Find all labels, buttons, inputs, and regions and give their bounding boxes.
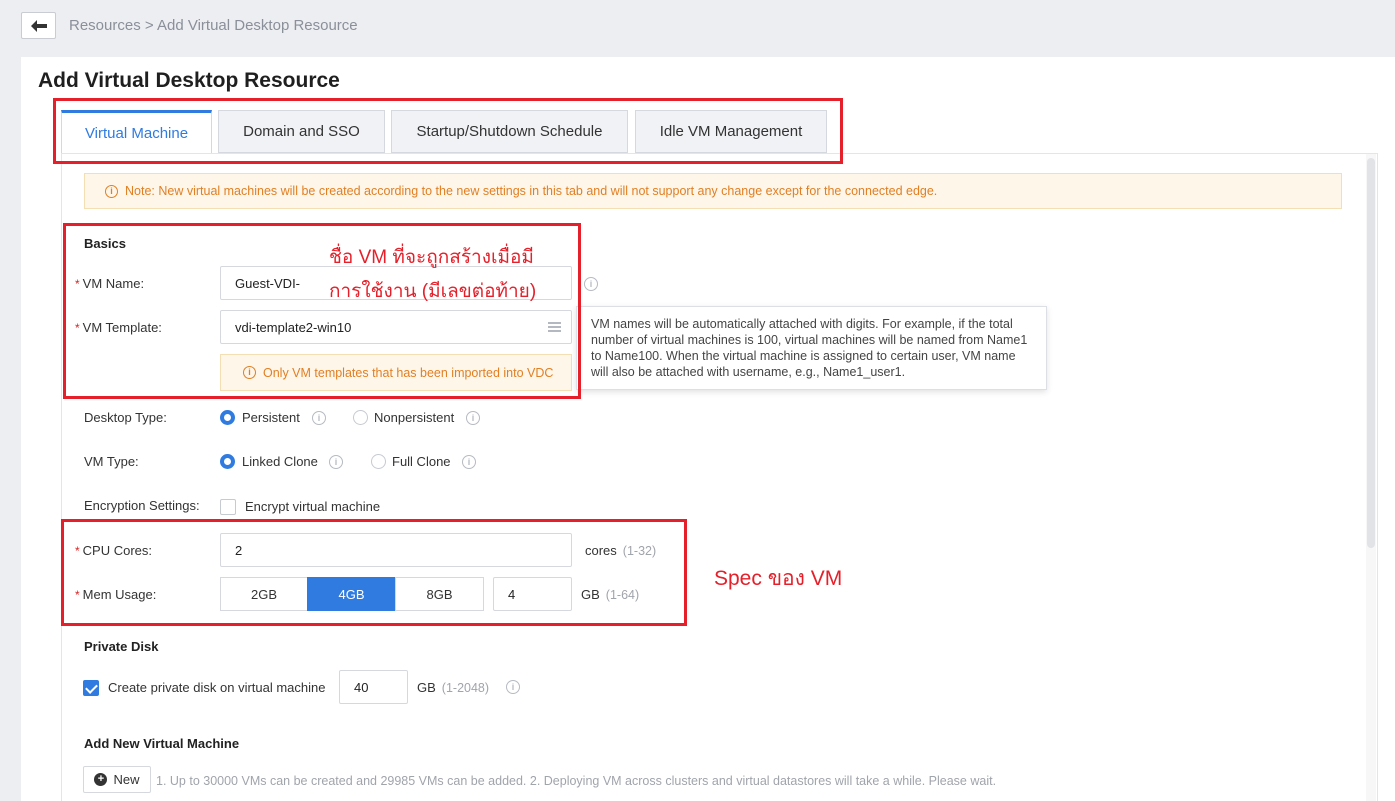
private-disk-unit: GB (1-2048) [417, 680, 490, 695]
annotation-box-tabs [53, 98, 843, 164]
breadcrumb-root[interactable]: Resources [69, 17, 141, 34]
add-vm-heading: Add New Virtual Machine [84, 736, 240, 751]
plus-icon: + [94, 773, 108, 786]
desktop-type-label: Desktop Type: [84, 410, 167, 425]
full-clone-label[interactable]: Full Clone [392, 454, 451, 469]
vm-type-label: VM Type: [84, 454, 139, 469]
radio-linked-clone[interactable] [220, 454, 235, 469]
note-banner: i Note: New virtual machines will be cre… [84, 173, 1342, 209]
new-vm-button[interactable]: + New [83, 766, 151, 793]
note-text: Note: New virtual machines will be creat… [125, 184, 938, 198]
private-disk-heading: Private Disk [84, 639, 159, 654]
arrow-left-icon [30, 19, 47, 32]
persistent-label[interactable]: Persistent [242, 410, 300, 425]
encrypt-checkbox[interactable] [220, 499, 236, 515]
private-disk-info-icon[interactable]: i [506, 680, 520, 694]
private-disk-range: (1-2048) [441, 681, 490, 695]
nonpersistent-label[interactable]: Nonpersistent [374, 410, 454, 425]
radio-persistent[interactable] [220, 410, 235, 425]
linked-clone-info-icon[interactable]: i [329, 455, 343, 469]
vm-name-info-icon[interactable]: i [584, 277, 598, 291]
full-clone-info-icon[interactable]: i [462, 455, 476, 469]
breadcrumb: Resources > Add Virtual Desktop Resource [69, 17, 358, 34]
private-disk-size-input[interactable]: 40 [339, 670, 408, 704]
annotation-vm-name-line2: การใช้งาน (มีเลขต่อท้าย) [329, 281, 537, 302]
new-button-label: New [113, 772, 140, 787]
vm-name-tooltip: VM names will be automatically attached … [576, 306, 1047, 390]
encrypt-label[interactable]: Encrypt virtual machine [245, 499, 380, 514]
page-title: Add Virtual Desktop Resource [38, 69, 340, 92]
private-disk-checkbox[interactable] [83, 680, 99, 696]
annotation-spec: Spec ของ VM [714, 567, 843, 590]
radio-full-clone[interactable] [371, 454, 386, 469]
annotation-vm-name-line1: ชื่อ VM ที่จะถูกสร้างเมื่อมี [329, 247, 534, 268]
breadcrumb-separator: > [140, 17, 157, 34]
breadcrumb-current: Add Virtual Desktop Resource [156, 17, 358, 34]
add-vm-hint: 1. Up to 30000 VMs can be created and 29… [156, 774, 997, 788]
annotation-box-spec [61, 519, 687, 626]
encryption-label: Encryption Settings: [84, 498, 200, 513]
radio-nonpersistent[interactable] [353, 410, 368, 425]
scrollbar-thumb[interactable] [1367, 158, 1375, 548]
info-icon: i [105, 184, 118, 198]
linked-clone-label[interactable]: Linked Clone [242, 454, 318, 469]
back-button[interactable] [21, 12, 56, 39]
nonpersistent-info-icon[interactable]: i [466, 411, 480, 425]
private-disk-label[interactable]: Create private disk on virtual machine [108, 680, 326, 695]
persistent-info-icon[interactable]: i [312, 411, 326, 425]
